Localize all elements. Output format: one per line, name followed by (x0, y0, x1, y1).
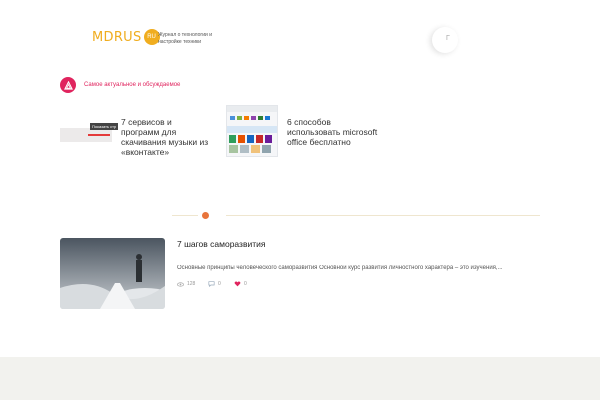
article-title[interactable]: 7 шагов саморазвития (177, 239, 265, 249)
page-footer (0, 357, 600, 400)
card-thumbnail[interactable] (226, 105, 278, 157)
heart-icon (234, 281, 241, 287)
thumbnail-bar (88, 134, 110, 136)
views-count: 128 (187, 281, 196, 287)
divider-line (226, 215, 540, 216)
search-icon: Г (446, 35, 450, 42)
trending-card-title[interactable]: 6 способов использовать microsoft office… (287, 117, 382, 147)
divider-line (172, 215, 198, 216)
trending-icon (60, 77, 76, 93)
likes-counter[interactable]: 0 (234, 281, 247, 287)
trending-card-title[interactable]: 7 сервисов и программ для скачивания муз… (121, 117, 211, 157)
divider-dot (202, 212, 209, 219)
eye-icon (177, 281, 184, 287)
comments-counter[interactable]: 0 (208, 281, 221, 287)
site-tagline: Журнал о технологии и настройке техники (158, 32, 212, 45)
trending-label: Самое актуальное и обсуждаемое (84, 82, 181, 88)
article-excerpt: Основные принципы человеческого саморазв… (177, 265, 503, 271)
comments-count: 0 (218, 281, 221, 287)
logo-text: MDRUS (92, 29, 142, 45)
card-thumbnail[interactable]: Показать стр (60, 123, 119, 142)
search-button[interactable]: Г (432, 27, 458, 53)
views-counter: 128 (177, 281, 195, 287)
site-logo[interactable]: MDRUS RU (92, 29, 160, 45)
article-image[interactable] (60, 238, 165, 309)
comment-icon (208, 281, 215, 287)
likes-count: 0 (244, 281, 247, 287)
thumbnail-tag: Показать стр (90, 123, 119, 130)
office-screenshot-image (227, 106, 277, 153)
